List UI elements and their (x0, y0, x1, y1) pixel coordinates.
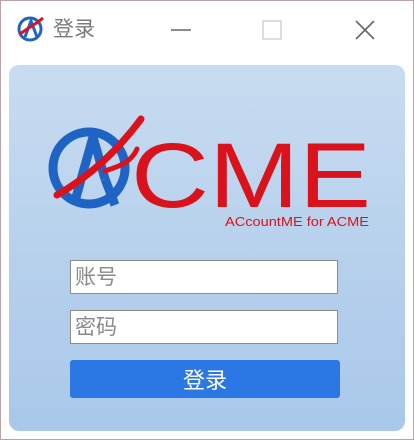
password-input[interactable] (70, 310, 338, 344)
maximize-button[interactable] (255, 13, 289, 47)
login-button[interactable]: 登录 (70, 360, 340, 398)
brand-text: CME (131, 125, 371, 227)
login-panel: CME ACcountME for ACME 登录 (9, 65, 405, 431)
username-input[interactable] (70, 260, 338, 294)
acme-emblem-icon (48, 115, 145, 209)
close-button[interactable] (348, 13, 382, 47)
minimize-icon (171, 29, 191, 31)
brand-tagline: ACcountME for ACME (225, 214, 369, 229)
acme-logo: CME ACcountME for ACME (48, 115, 371, 229)
maximize-icon (262, 20, 282, 40)
title-bar[interactable]: 登录 (1, 1, 413, 59)
acme-logo-icon (17, 16, 44, 42)
login-window: 登录 CME ACcountME for ACME 账号 登录 (0, 0, 414, 440)
close-icon (355, 20, 375, 40)
minimize-button[interactable] (164, 13, 198, 47)
window-title: 登录 (53, 17, 95, 41)
